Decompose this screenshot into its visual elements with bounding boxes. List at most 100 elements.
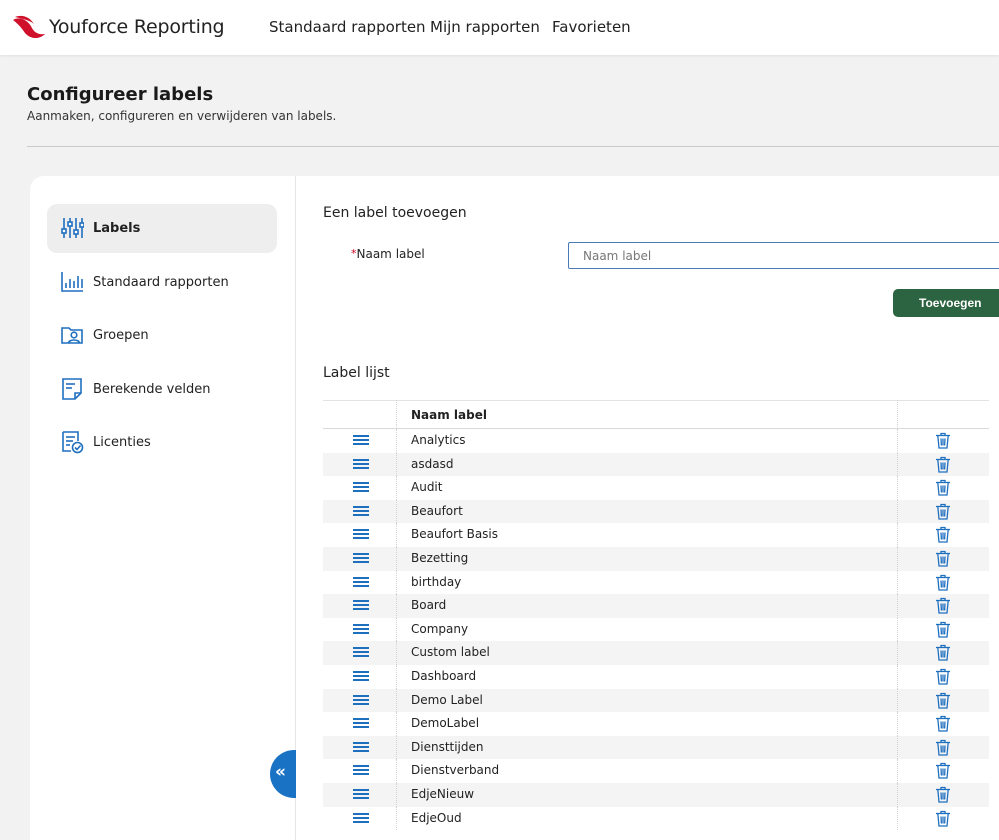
table-row[interactable]: EdjeOud bbox=[323, 806, 989, 831]
drag-handle-icon[interactable] bbox=[353, 741, 369, 753]
label-name-cell: Company bbox=[411, 621, 469, 636]
column-divider bbox=[396, 712, 397, 736]
label-name-cell: Diensttijden bbox=[411, 739, 484, 754]
trash-icon[interactable] bbox=[935, 786, 951, 803]
nav-standaard-rapporten[interactable]: Standaard rapporten bbox=[269, 18, 426, 36]
trash-icon[interactable] bbox=[935, 644, 951, 662]
trash-icon[interactable] bbox=[935, 668, 951, 685]
table-row[interactable]: asdasd bbox=[323, 452, 989, 477]
page-title: Configureer labels bbox=[27, 84, 214, 105]
table-row[interactable]: Bezetting bbox=[323, 547, 989, 571]
label-name-cell: EdjeNieuw bbox=[411, 787, 475, 801]
column-divider bbox=[396, 641, 397, 665]
drag-handle-icon[interactable] bbox=[353, 458, 369, 470]
app-brand[interactable]: Youforce Reporting bbox=[49, 16, 225, 38]
drag-handle-icon[interactable] bbox=[353, 553, 369, 564]
sidebar-item-label: Licenties bbox=[93, 435, 151, 450]
column-divider bbox=[396, 594, 397, 618]
nav-favorieten[interactable]: Favorieten bbox=[552, 18, 631, 36]
drag-handle-icon[interactable] bbox=[353, 482, 369, 493]
drag-handle-icon[interactable] bbox=[353, 505, 369, 517]
column-divider bbox=[396, 783, 397, 807]
label-name-cell: Bezetting bbox=[411, 551, 469, 565]
drag-handle-icon[interactable] bbox=[353, 647, 369, 658]
trash-icon[interactable] bbox=[935, 479, 951, 496]
trash-icon[interactable] bbox=[935, 762, 951, 780]
label-name-cell: EdjeOud bbox=[411, 810, 462, 825]
label-name-cell: Analytics bbox=[411, 433, 466, 447]
column-divider bbox=[396, 547, 397, 571]
trash-icon[interactable] bbox=[935, 597, 951, 614]
drag-handle-icon[interactable] bbox=[353, 694, 369, 706]
column-divider bbox=[396, 429, 397, 453]
table-row[interactable]: Diensttijden bbox=[323, 735, 989, 760]
trash-icon[interactable] bbox=[935, 526, 951, 544]
column-divider bbox=[897, 617, 898, 642]
column-divider bbox=[897, 523, 898, 547]
table-row[interactable]: Company bbox=[323, 617, 989, 642]
name-label-field-label: *Naam label bbox=[351, 247, 425, 261]
table-row[interactable]: Dienstverband bbox=[323, 759, 989, 783]
column-divider bbox=[396, 759, 397, 783]
trash-icon[interactable] bbox=[935, 692, 951, 709]
table-row[interactable]: Beaufort bbox=[323, 499, 989, 524]
table-row[interactable]: Board bbox=[323, 594, 989, 618]
drag-handle-icon[interactable] bbox=[353, 576, 369, 588]
table-header: Naam label bbox=[323, 400, 989, 429]
trash-icon[interactable] bbox=[935, 810, 951, 827]
table-row[interactable]: Beaufort Basis bbox=[323, 523, 989, 547]
sidebar-item-groepen[interactable]: Groepen bbox=[47, 311, 277, 360]
nav-mijn-rapporten[interactable]: Mijn rapporten bbox=[430, 18, 540, 36]
group-folder-icon bbox=[61, 327, 83, 344]
table-row[interactable]: Custom label bbox=[323, 641, 989, 665]
bar-chart-icon bbox=[61, 272, 83, 292]
trash-icon[interactable] bbox=[935, 503, 951, 520]
drag-handle-icon[interactable] bbox=[353, 812, 369, 824]
column-divider bbox=[897, 547, 898, 571]
table-row[interactable]: DemoLabel bbox=[323, 712, 989, 736]
header-divider bbox=[27, 146, 999, 147]
column-divider bbox=[897, 806, 898, 831]
drag-handle-icon[interactable] bbox=[353, 765, 369, 776]
drag-handle-icon[interactable] bbox=[353, 789, 369, 800]
drag-handle-icon[interactable] bbox=[353, 623, 369, 635]
label-name-cell: Board bbox=[411, 598, 447, 613]
add-label-button[interactable]: Toevoegen bbox=[893, 289, 999, 317]
trash-icon[interactable] bbox=[935, 621, 951, 638]
table-row[interactable]: birthday bbox=[323, 570, 989, 595]
table-row[interactable]: EdjeNieuw bbox=[323, 783, 989, 807]
trash-icon[interactable] bbox=[935, 715, 951, 732]
column-divider bbox=[897, 594, 898, 618]
drag-handle-icon[interactable] bbox=[353, 435, 369, 446]
drag-handle-icon[interactable] bbox=[353, 600, 369, 611]
add-label-title: Een label toevoegen bbox=[323, 205, 467, 221]
drag-handle-icon[interactable] bbox=[353, 529, 369, 540]
column-divider bbox=[897, 688, 898, 713]
column-divider bbox=[396, 665, 397, 689]
trash-icon[interactable] bbox=[935, 432, 951, 449]
label-name-input[interactable] bbox=[568, 242, 999, 269]
trash-icon[interactable] bbox=[935, 456, 951, 473]
sidebar-item-berekende-velden[interactable]: Berekende velden bbox=[47, 365, 277, 414]
top-navigation-bar: Youforce Reporting Standaard rapporten M… bbox=[0, 0, 999, 55]
column-divider bbox=[897, 452, 898, 477]
sidebar-item-standaard-rapporten[interactable]: Standaard rapporten bbox=[47, 258, 277, 307]
sidebar-item-labels[interactable]: Labels bbox=[47, 204, 277, 253]
table-row[interactable]: Demo Label bbox=[323, 688, 989, 713]
table-row[interactable]: Dashboard bbox=[323, 665, 989, 689]
calculated-field-icon bbox=[62, 378, 82, 400]
sidebar-item-label: Groepen bbox=[93, 328, 149, 343]
label-name-cell: Demo Label bbox=[411, 692, 483, 707]
sliders-icon bbox=[61, 218, 84, 238]
table-row[interactable]: Audit bbox=[323, 476, 989, 500]
drag-handle-icon[interactable] bbox=[353, 718, 369, 729]
table-row[interactable]: Analytics bbox=[323, 429, 989, 453]
trash-icon[interactable] bbox=[935, 550, 951, 567]
drag-handle-icon[interactable] bbox=[353, 671, 369, 682]
trash-icon[interactable] bbox=[935, 739, 951, 756]
sidebar-item-licenties[interactable]: Licenties bbox=[47, 418, 277, 467]
column-divider bbox=[897, 665, 898, 689]
trash-icon[interactable] bbox=[935, 574, 951, 591]
column-divider bbox=[897, 759, 898, 783]
column-divider bbox=[897, 641, 898, 665]
